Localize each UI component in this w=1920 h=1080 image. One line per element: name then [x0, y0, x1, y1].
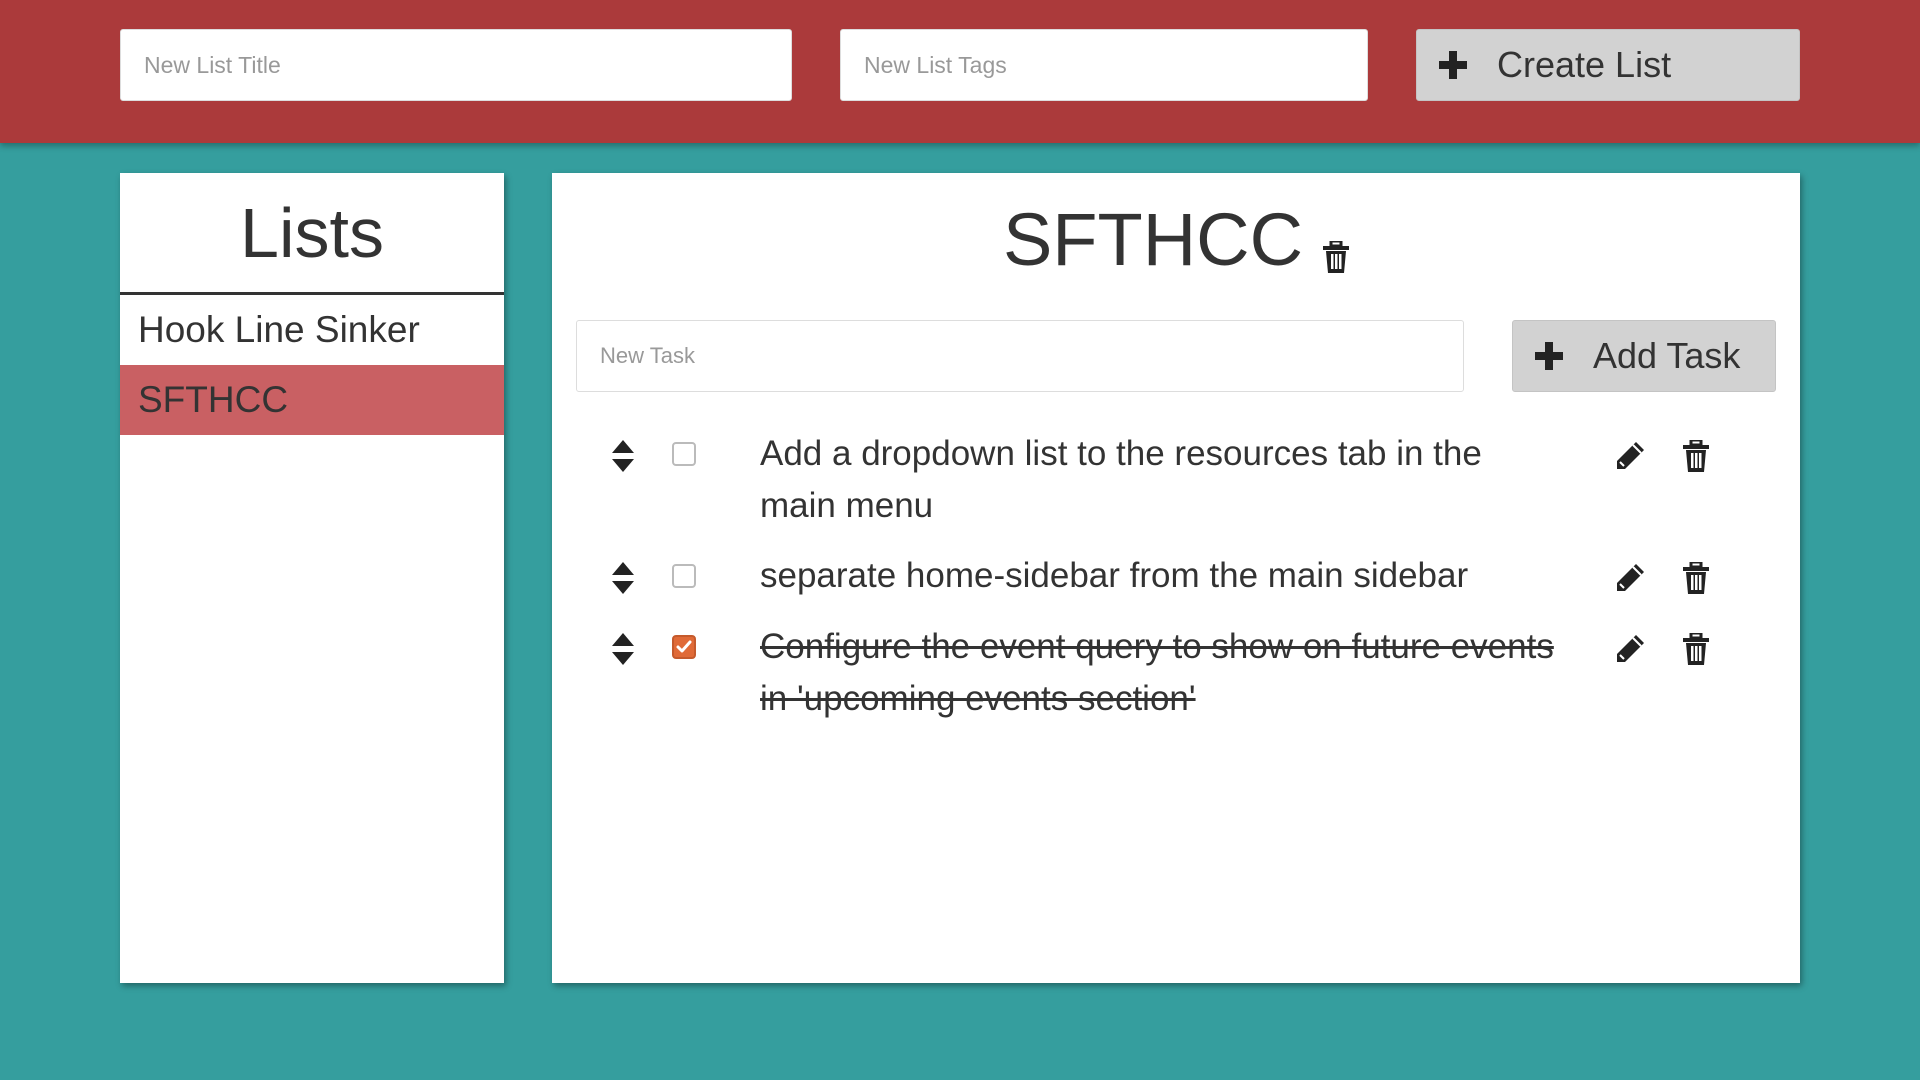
- task-text: Add a dropdown list to the resources tab…: [760, 434, 1482, 525]
- sidebar-item-sfthcc[interactable]: SFTHCC: [120, 365, 504, 435]
- list-title: SFTHCC: [1002, 198, 1304, 281]
- task-row: separate home-sidebar from the main side…: [552, 550, 1800, 610]
- pencil-icon[interactable]: [1614, 562, 1646, 594]
- task-checkbox[interactable]: [672, 564, 696, 588]
- header-bar: Create List: [0, 0, 1920, 143]
- pencil-icon[interactable]: [1614, 633, 1646, 665]
- task-text: separate home-sidebar from the main side…: [760, 556, 1469, 595]
- trash-icon[interactable]: [1680, 440, 1712, 472]
- sidebar-item-label: SFTHCC: [138, 379, 289, 420]
- lists-title: Lists: [120, 173, 504, 295]
- plus-icon: [1535, 342, 1563, 370]
- sort-icon[interactable]: [612, 562, 634, 594]
- task-checkbox[interactable]: [672, 635, 696, 659]
- create-list-label: Create List: [1497, 44, 1672, 85]
- check-icon: [676, 640, 692, 653]
- sidebar-item-hook-line-sinker[interactable]: Hook Line Sinker: [120, 295, 504, 365]
- plus-icon: [1439, 51, 1467, 79]
- add-task-button[interactable]: Add Task: [1512, 320, 1776, 392]
- task-row: Configure the event query to show on fut…: [552, 621, 1800, 731]
- trash-icon[interactable]: [1680, 562, 1712, 594]
- add-task-label: Add Task: [1593, 335, 1741, 376]
- sort-icon[interactable]: [612, 633, 634, 665]
- trash-icon[interactable]: [1680, 633, 1712, 665]
- list-detail-panel: SFTHCC Add Task Add a dropdown list to t…: [552, 173, 1800, 983]
- task-text: Configure the event query to show on fut…: [760, 627, 1554, 718]
- sort-icon[interactable]: [612, 440, 634, 472]
- create-list-button[interactable]: Create List: [1416, 29, 1800, 101]
- pencil-icon[interactable]: [1614, 440, 1646, 472]
- delete-list-trash-icon[interactable]: [1323, 241, 1350, 273]
- list-title-row: SFTHCC: [552, 203, 1800, 277]
- sidebar-item-label: Hook Line Sinker: [138, 309, 420, 350]
- task-row: Add a dropdown list to the resources tab…: [552, 428, 1800, 538]
- new-list-title-input[interactable]: [120, 29, 792, 101]
- new-list-tags-input[interactable]: [840, 29, 1368, 101]
- new-task-input[interactable]: [576, 320, 1464, 392]
- lists-panel: Lists Hook Line Sinker SFTHCC: [120, 173, 504, 983]
- task-checkbox[interactable]: [672, 442, 696, 466]
